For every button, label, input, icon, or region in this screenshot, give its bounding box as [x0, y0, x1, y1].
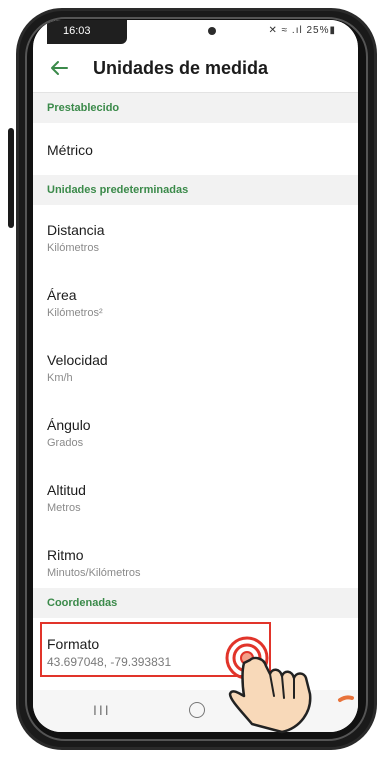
- page-title: Unidades de medida: [93, 58, 269, 78]
- unit-label: Distancia: [47, 222, 105, 238]
- unit-value: Metros: [47, 502, 81, 514]
- unit-value: Kilómetros: [47, 242, 99, 254]
- unit-value: Km/h: [47, 372, 73, 384]
- section-header-label: Unidades predeterminadas: [47, 184, 189, 196]
- section-header-label: Prestablecido: [47, 102, 120, 114]
- unit-label: Velocidad: [47, 352, 108, 368]
- preset-value: Métrico: [47, 142, 93, 158]
- back-arrow-icon[interactable]: [47, 56, 71, 80]
- unit-item-velocidad[interactable]: Velocidad Km/h: [33, 335, 358, 397]
- unit-label: Ritmo: [47, 547, 84, 563]
- section-header-default-units: Unidades predeterminadas: [33, 175, 358, 205]
- unit-item-distancia[interactable]: Distancia Kilómetros: [33, 205, 358, 267]
- unit-label: Altitud: [47, 482, 86, 498]
- status-bar: 16:03 ✕ ≈ .ıl 25%▮: [33, 20, 358, 44]
- phone-screen: 16:03 ✕ ≈ .ıl 25%▮ Unidades de medida Pr…: [33, 20, 358, 732]
- recent-apps-button[interactable]: III: [93, 702, 111, 718]
- status-icons: ✕ ≈ .ıl 25%▮: [268, 25, 336, 36]
- unit-label: Ángulo: [47, 417, 91, 433]
- home-button[interactable]: [189, 702, 205, 718]
- unit-label: Área: [47, 287, 77, 303]
- status-time: 16:03: [63, 25, 91, 37]
- section-header-coordinates: Coordenadas: [33, 588, 358, 618]
- app-bar: Unidades de medida: [33, 48, 358, 90]
- unit-value: Grados: [47, 437, 84, 449]
- corner-accent-icon: [338, 695, 354, 702]
- tap-hand-icon: [225, 636, 312, 734]
- phone-side-button: [8, 128, 14, 228]
- unit-value: Kilómetros²: [47, 307, 103, 319]
- preset-item[interactable]: Métrico: [33, 123, 358, 175]
- front-camera: [208, 27, 216, 35]
- section-header-label: Coordenadas: [47, 597, 118, 609]
- unit-value: Minutos/Kilómetros: [47, 567, 141, 579]
- unit-item-ritmo[interactable]: Ritmo Minutos/Kilómetros: [33, 530, 358, 592]
- unit-item-angulo[interactable]: Ángulo Grados: [33, 400, 358, 462]
- unit-item-area[interactable]: Área Kilómetros²: [33, 270, 358, 332]
- unit-item-altitud[interactable]: Altitud Metros: [33, 465, 358, 527]
- section-header-preset: Prestablecido: [33, 93, 358, 123]
